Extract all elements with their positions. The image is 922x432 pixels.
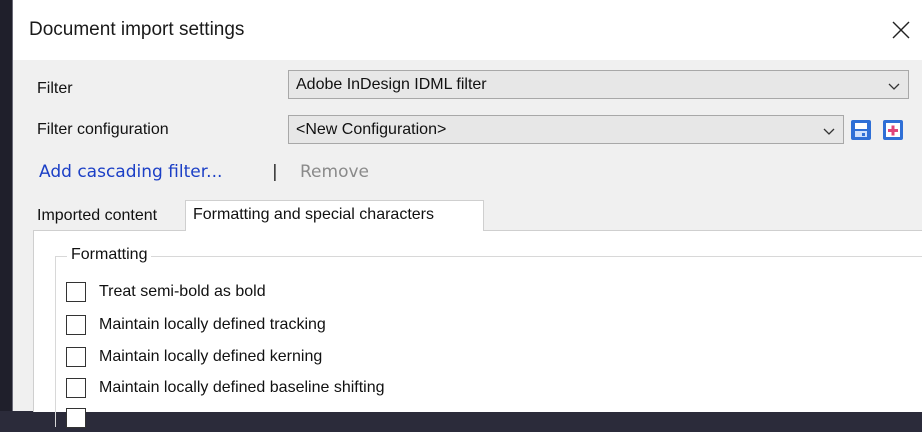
filter-configuration-label: Filter configuration	[37, 121, 169, 138]
maintain-baseline-shifting-checkbox[interactable]	[66, 378, 86, 398]
add-cascading-filter-link[interactable]: Add cascading filter...	[39, 162, 222, 182]
filter-label: Filter	[37, 80, 73, 97]
chevron-down-icon	[823, 124, 835, 136]
maintain-tracking-checkbox[interactable]	[66, 315, 86, 335]
maintain-kerning-checkbox[interactable]	[66, 347, 86, 367]
tab-panel: Formatting Treat semi-bold as bold Maint…	[33, 230, 922, 428]
option-label: Maintain locally defined tracking	[99, 316, 326, 333]
option-label: Maintain locally defined kerning	[99, 348, 323, 365]
title-bar: Document import settings	[13, 0, 922, 60]
chevron-down-icon	[888, 79, 900, 91]
tab-label: Formatting and special characters	[193, 206, 434, 223]
filter-dropdown[interactable]: Adobe InDesign IDML filter	[288, 70, 909, 99]
tab-formatting-and-special-characters[interactable]: Formatting and special characters	[185, 200, 484, 231]
close-icon[interactable]	[887, 16, 915, 44]
option-label: Maintain locally defined baseline shifti…	[99, 379, 385, 396]
filter-value: Adobe InDesign IDML filter	[296, 76, 487, 93]
document-import-settings-dialog: Document import settings Filter Adobe In…	[12, 0, 922, 428]
dialog-title: Document import settings	[29, 19, 245, 40]
partially-visible-checkbox[interactable]	[66, 408, 86, 428]
remove-link[interactable]: Remove	[300, 162, 369, 182]
option-label: Treat semi-bold as bold	[99, 283, 266, 300]
tab-imported-content[interactable]: Imported content	[33, 200, 183, 230]
filter-configuration-dropdown[interactable]: <New Configuration>	[288, 115, 844, 144]
formatting-group-title: Formatting	[67, 246, 152, 264]
formatting-group	[55, 256, 922, 427]
save-config-icon[interactable]	[850, 119, 872, 141]
background-window	[0, 0, 12, 411]
filter-configuration-value: <New Configuration>	[296, 121, 447, 138]
treat-semi-bold-checkbox[interactable]	[66, 282, 86, 302]
add-config-icon[interactable]	[882, 119, 904, 141]
link-separator: |	[272, 162, 278, 182]
tab-label: Imported content	[37, 207, 158, 224]
